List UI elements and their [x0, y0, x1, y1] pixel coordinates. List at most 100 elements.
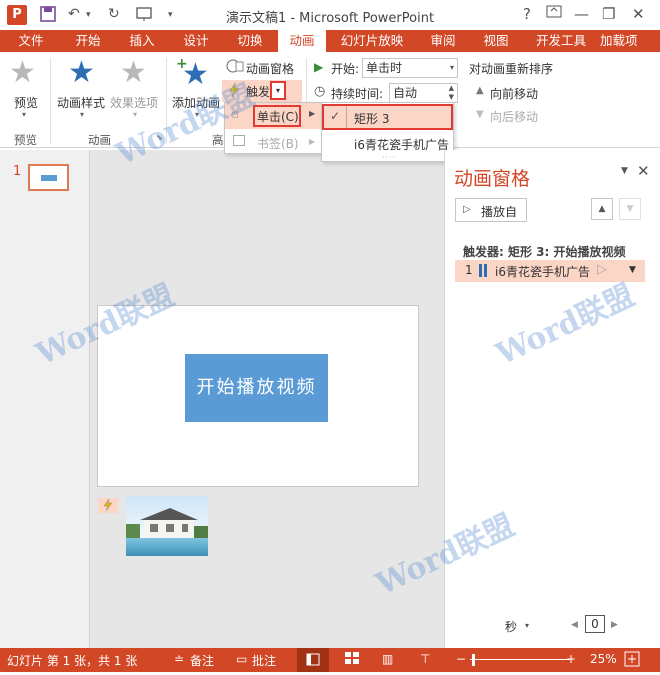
tab-design[interactable]: 设计	[172, 30, 220, 52]
tab-home[interactable]: 开始	[64, 30, 112, 52]
zoom-in-icon[interactable]: +	[566, 652, 576, 666]
status-bar: 幻灯片 第 1 张，共 1 张 ≐ 备注 ▭ 批注 ▥ ⊤ − + 25%	[0, 648, 660, 672]
trigger-header: 触发器: 矩形 3: 开始播放视频	[463, 245, 626, 259]
add-animation-icon[interactable]: ★	[182, 60, 209, 90]
restore-button[interactable]: ❐	[602, 5, 615, 23]
zoom-level[interactable]: 25%	[590, 652, 617, 666]
spinner-arrows-icon[interactable]: ▲ ▼	[449, 84, 454, 102]
play-from-label: 播放自	[481, 205, 518, 219]
trigger-dropdown-icon[interactable]: ▾	[270, 81, 286, 100]
trigger-icon	[226, 81, 244, 101]
notes-icon[interactable]: ≐	[174, 652, 184, 666]
comments-icon[interactable]: ▭	[236, 652, 247, 666]
menu-item-bookmark-label: 书签(B)	[257, 137, 299, 151]
group-separator	[166, 58, 167, 144]
slide-sorter-icon[interactable]	[344, 650, 360, 669]
timeline-unit-label[interactable]: 秒	[505, 618, 517, 635]
zoom-slider[interactable]	[470, 659, 570, 660]
move-forward-button[interactable]: 向前移动	[490, 85, 538, 102]
help-button[interactable]: ?	[523, 5, 531, 23]
bookmark-icon	[233, 135, 245, 146]
slideshow-icon[interactable]: ⊤	[420, 652, 430, 666]
slide-thumbnail-pane: 1	[0, 150, 90, 648]
preview-icon[interactable]: ★	[9, 58, 36, 88]
add-animation-label[interactable]: 添加动画	[172, 94, 220, 111]
duration-label: 持续时间:	[331, 87, 384, 101]
start-select[interactable]: 单击时 ▾	[362, 58, 458, 78]
trigger-tag-icon[interactable]	[98, 498, 118, 513]
menu-item-on-click-label: 单击(C)	[257, 110, 299, 124]
tab-file[interactable]: 文件	[6, 30, 56, 52]
group-advanced-label: 高	[212, 133, 224, 147]
timeline-left-icon[interactable]: ◀	[571, 620, 578, 630]
start-label: 开始:	[331, 62, 360, 76]
tab-view[interactable]: 视图	[472, 30, 520, 52]
trigger-submenu: ✓ 矩形 3 i6青花瓷手机广告 ····	[321, 102, 454, 162]
play-start-icon: ▶	[314, 60, 324, 74]
zoom-slider-thumb[interactable]	[472, 654, 475, 666]
add-animation-dropdown-icon[interactable]: ▾	[195, 110, 199, 119]
tab-insert[interactable]: 插入	[118, 30, 166, 52]
animation-styles-dropdown-icon[interactable]: ▾	[80, 110, 84, 119]
submenu-item-video-label: i6青花瓷手机广告	[354, 138, 449, 152]
clock-icon: ◷	[314, 84, 326, 99]
timeline-unit-dropdown-icon[interactable]: ▾	[525, 621, 529, 630]
mouse-pointer-icon: ☝	[231, 107, 239, 122]
tab-addins[interactable]: 加载项	[600, 30, 660, 52]
fit-to-window-icon[interactable]	[624, 651, 640, 670]
menu-divider	[346, 106, 347, 128]
normal-view-button[interactable]	[297, 648, 329, 672]
close-button[interactable]: ✕	[632, 5, 645, 23]
resize-grip-icon[interactable]: ····	[382, 153, 396, 162]
move-up-button[interactable]: ▲	[591, 198, 613, 220]
menu-item-on-click[interactable]: ☝ 单击(C) ▶	[225, 103, 321, 129]
preview-dropdown-icon[interactable]: ▾	[22, 110, 26, 119]
tab-transitions[interactable]: 切换	[226, 30, 274, 52]
slide-number: 1	[13, 164, 22, 179]
chevron-down-icon[interactable]: ▾	[450, 59, 454, 77]
tab-animations[interactable]: 动画	[278, 30, 326, 53]
tab-review[interactable]: 审阅	[418, 30, 468, 52]
effect-options-label: 效果选项	[110, 96, 159, 110]
video-thumbnail[interactable]	[126, 496, 208, 556]
down-arrow-icon: ▼	[476, 109, 484, 120]
reading-view-icon[interactable]: ▥	[382, 652, 393, 666]
animation-styles-icon[interactable]: ★	[68, 58, 95, 88]
comments-button[interactable]: 批注	[252, 652, 276, 669]
play-from-button[interactable]: ▷ 播放自	[455, 198, 527, 222]
timeline-right-icon[interactable]: ▶	[611, 620, 618, 630]
duration-value: 自动	[393, 86, 418, 100]
group-animation-label: 动画	[88, 133, 111, 147]
dialog-launcher-icon[interactable]: ⬊	[156, 133, 163, 142]
reorder-label: 对动画重新排序	[469, 62, 554, 76]
animation-pane: 动画窗格 ▼ ✕ ▷ 播放自 ▲ ▼ 触发器: 矩形 3: 开始播放视频 1 i…	[444, 150, 660, 648]
pane-close-icon[interactable]: ✕	[637, 162, 650, 180]
trigger-menu: ☝ 单击(C) ▶ 书签(B) ▶	[224, 102, 322, 154]
submenu-item-video[interactable]: i6青花瓷手机广告	[322, 133, 453, 155]
rectangle-3-shape[interactable]: 开始播放视频	[185, 354, 328, 422]
animation-list-item[interactable]: 1 i6青花瓷手机广告 ▷ ▼	[455, 260, 645, 282]
tab-slideshow[interactable]: 幻灯片放映	[332, 30, 412, 52]
animation-pane-title: 动画窗格	[454, 168, 531, 190]
item-dropdown-icon[interactable]: ▼	[629, 265, 636, 275]
notes-button[interactable]: 备注	[190, 652, 214, 669]
submenu-arrow-icon: ▶	[309, 109, 316, 118]
animation-pane-button[interactable]: 动画窗格	[246, 60, 294, 77]
tab-developer[interactable]: 开发工具	[528, 30, 594, 52]
ribbon-display-icon[interactable]	[546, 5, 562, 23]
ribbon-tabs: 文件 开始 插入 设计 切换 动画 幻灯片放映 审阅 视图 开发工具 加载项	[0, 30, 660, 53]
pane-options-icon[interactable]: ▼	[621, 166, 628, 176]
group-preview-label: 预览	[14, 133, 37, 147]
group-separator	[50, 58, 51, 144]
up-arrow-icon[interactable]: ▲	[476, 85, 484, 96]
slide-thumbnail[interactable]	[28, 164, 69, 191]
title-bar: P ↶ ▾ ↻ ▾ 演示文稿1 - Microsoft PowerPoint ?…	[0, 0, 660, 30]
animation-pane-icon[interactable]	[226, 58, 244, 77]
duration-spinner[interactable]: 自动 ▲ ▼	[389, 83, 458, 103]
zoom-out-icon[interactable]: −	[456, 652, 466, 666]
minimize-button[interactable]: —	[574, 5, 589, 23]
animation-styles-label[interactable]: 动画样式	[57, 94, 105, 111]
submenu-item-rect3[interactable]: ✓ 矩形 3	[322, 104, 453, 130]
start-select-value: 单击时	[366, 61, 403, 75]
preview-button-label[interactable]: 预览	[14, 94, 38, 111]
